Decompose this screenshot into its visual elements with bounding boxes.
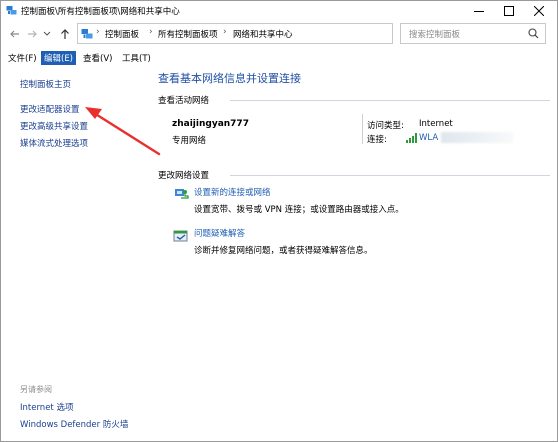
network-type-link[interactable]: 专用网络 xyxy=(172,134,206,146)
sidebar: 控制面板主页 更改适配器设置 更改高级共享设置 媒体流式处理选项 另请参阅 In… xyxy=(1,67,151,441)
connection-label: 连接: xyxy=(367,135,387,145)
troubleshoot-icon xyxy=(173,230,188,242)
breadcrumb-control-panel[interactable]: 控制面板 xyxy=(105,28,139,40)
setup-connection-link[interactable]: 设置新的连接或网络 xyxy=(194,186,271,198)
network-center-icon xyxy=(6,6,17,15)
search-icon xyxy=(528,28,539,39)
vertical-divider xyxy=(362,114,363,144)
page-title: 查看基本网络信息并设置连接 xyxy=(158,72,301,85)
search-placeholder: 搜索控制面板 xyxy=(409,30,461,40)
maximize-button[interactable] xyxy=(494,1,524,20)
access-type-value: Internet xyxy=(419,119,453,129)
network-name: zhaijingyan777 xyxy=(172,119,249,129)
search-input[interactable]: 搜索控制面板 xyxy=(400,23,546,44)
sidebar-link-home[interactable]: 控制面板主页 xyxy=(20,78,71,90)
menu-bar: 文件(F) 编辑(E) 查看(V) 工具(T) xyxy=(1,49,557,67)
forward-arrow-icon xyxy=(28,30,37,38)
connection-link[interactable]: WLA xyxy=(419,133,438,143)
title-bar: 控制面板\所有控制面板项\网络和共享中心 xyxy=(1,1,557,20)
section-divider xyxy=(230,100,550,101)
close-icon xyxy=(534,5,544,16)
troubleshoot-desc: 诊断并修复网络问题，或者获得疑难解答信息。 xyxy=(194,246,373,256)
access-type-label: 访问类型: xyxy=(367,121,404,131)
menu-file[interactable]: 文件(F) xyxy=(5,51,40,65)
breadcrumb-separator-icon[interactable]: › xyxy=(223,27,227,37)
sidebar-link-advanced-sharing[interactable]: 更改高级共享设置 xyxy=(20,120,88,132)
menu-tools[interactable]: 工具(T) xyxy=(119,51,154,65)
breadcrumb-network-center[interactable]: 网络和共享中心 xyxy=(233,28,293,40)
network-center-icon xyxy=(81,29,93,39)
change-settings-heading: 更改网络设置 xyxy=(158,171,210,181)
recent-locations-button[interactable] xyxy=(42,27,52,41)
main-content: 查看基本网络信息并设置连接 查看活动网络 zhaijingyan777 专用网络… xyxy=(151,67,557,441)
sidebar-link-adapter-settings[interactable]: 更改适配器设置 xyxy=(20,103,80,115)
redacted-blur xyxy=(441,132,513,143)
close-button[interactable] xyxy=(524,1,554,20)
back-button[interactable] xyxy=(9,27,21,41)
active-networks-heading: 查看活动网络 xyxy=(158,96,210,106)
see-also-internet-options[interactable]: Internet 选项 xyxy=(20,401,73,413)
control-panel-window: 控制面板\所有控制面板项\网络和共享中心 › 控制面板 › 所有控制面板项 › … xyxy=(0,0,558,442)
address-bar[interactable]: › 控制面板 › 所有控制面板项 › 网络和共享中心 xyxy=(77,23,463,44)
wifi-signal-icon xyxy=(406,133,417,143)
back-arrow-icon xyxy=(10,30,19,38)
breadcrumb-all-items[interactable]: 所有控制面板项 xyxy=(158,28,218,40)
up-button[interactable] xyxy=(59,27,71,41)
sidebar-link-media-streaming[interactable]: 媒体流式处理选项 xyxy=(20,137,88,149)
breadcrumb-separator-icon[interactable]: › xyxy=(96,27,100,37)
window-title: 控制面板\所有控制面板项\网络和共享中心 xyxy=(21,7,180,17)
maximize-icon xyxy=(504,5,514,16)
minimize-icon xyxy=(474,10,484,12)
setup-connection-desc: 设置宽带、拨号或 VPN 连接；或设置路由器或接入点。 xyxy=(194,205,404,215)
chevron-down-icon xyxy=(43,31,51,36)
up-arrow-icon xyxy=(61,28,69,39)
section-divider xyxy=(230,175,550,176)
see-also-heading: 另请参阅 xyxy=(20,385,52,394)
menu-view[interactable]: 查看(V) xyxy=(80,51,115,65)
network-setup-icon xyxy=(175,189,189,199)
see-also-firewall[interactable]: Windows Defender 防火墙 xyxy=(20,418,128,430)
menu-edit[interactable]: 编辑(E) xyxy=(41,51,77,65)
breadcrumb-separator-icon[interactable]: › xyxy=(149,27,153,37)
forward-button[interactable] xyxy=(26,27,38,41)
address-row: › 控制面板 › 所有控制面板项 › 网络和共享中心 搜索控制面板 xyxy=(1,20,557,49)
minimize-button[interactable] xyxy=(464,1,494,20)
troubleshoot-link[interactable]: 问题疑难解答 xyxy=(194,227,245,239)
